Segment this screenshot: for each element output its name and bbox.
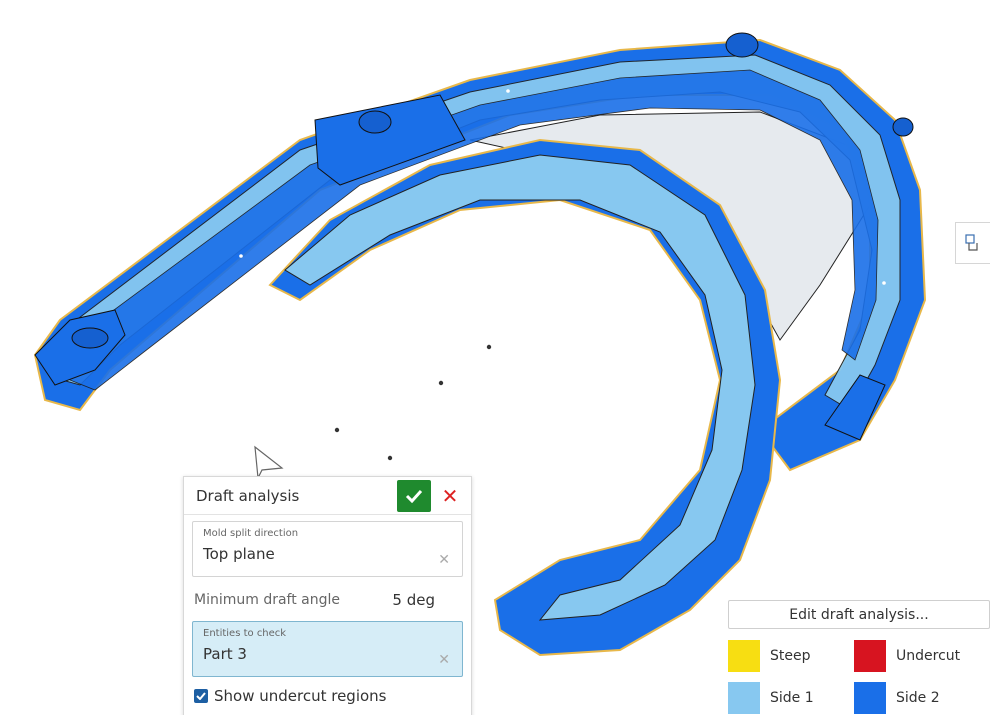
entities-label: Entities to check: [203, 628, 287, 639]
close-icon: ✕: [441, 483, 459, 508]
min-angle-label: Minimum draft angle: [194, 592, 341, 608]
legend-item-side1: Side 1: [728, 682, 814, 714]
edit-draft-analysis-button[interactable]: Edit draft analysis...: [728, 600, 990, 629]
dialog-header: Draft analysis ✕: [184, 477, 471, 515]
dialog-title: Draft analysis: [196, 486, 300, 505]
min-angle-input[interactable]: 5 deg: [392, 591, 435, 609]
legend-item-side2: Side 2: [854, 682, 940, 714]
steep-swatch: [728, 640, 760, 672]
minimum-draft-angle-row[interactable]: Minimum draft angle 5 deg: [192, 585, 463, 615]
clear-icon[interactable]: ✕: [438, 552, 450, 568]
show-undercut-checkbox[interactable]: [194, 689, 208, 703]
steep-label: Steep: [770, 648, 811, 664]
draft-legend: Edit draft analysis... Steep Undercut Si…: [722, 596, 990, 715]
accept-button[interactable]: [397, 479, 431, 512]
entities-to-check-field[interactable]: Entities to check Part 3 ✕: [192, 621, 463, 677]
show-undercut-label: Show undercut regions: [214, 687, 387, 705]
cancel-button[interactable]: ✕: [439, 480, 461, 512]
view-cube-button[interactable]: [955, 222, 990, 264]
side2-swatch: [854, 682, 886, 714]
draft-analysis-dialog: Draft analysis ✕ Mold split direction To…: [183, 476, 472, 715]
clear-icon[interactable]: ✕: [438, 652, 450, 668]
mold-split-label: Mold split direction: [203, 528, 299, 539]
side1-swatch: [728, 682, 760, 714]
entities-value: Part 3: [203, 645, 247, 663]
checkmark-icon: [196, 692, 206, 700]
legend-item-steep: Steep: [728, 640, 811, 672]
mold-split-value: Top plane: [203, 545, 275, 563]
side1-label: Side 1: [770, 690, 814, 706]
show-undercut-row[interactable]: Show undercut regions: [194, 687, 463, 705]
undercut-label: Undercut: [896, 648, 961, 664]
undercut-swatch: [854, 640, 886, 672]
check-icon: [405, 489, 423, 503]
mold-split-direction-field[interactable]: Mold split direction Top plane ✕: [192, 521, 463, 577]
legend-item-undercut: Undercut: [854, 640, 960, 672]
boss-top-right: [725, 32, 759, 58]
side2-label: Side 2: [896, 690, 940, 706]
view-cube-icon: [965, 234, 978, 251]
cursor-icon: [254, 445, 284, 481]
